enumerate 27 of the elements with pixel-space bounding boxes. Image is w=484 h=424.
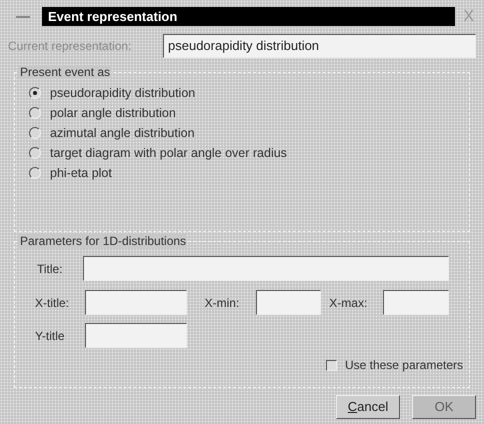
x-min-field[interactable] — [256, 290, 322, 315]
field-label: X-max: — [329, 294, 368, 312]
option-label[interactable]: target diagram with polar angle over radius — [50, 144, 287, 162]
radio-button[interactable] — [29, 147, 41, 159]
checkbox-label[interactable]: Use these parameters — [344, 356, 463, 374]
x-max-field[interactable] — [383, 290, 449, 315]
field-label: Y-title — [34, 328, 66, 344]
option-label[interactable]: pseudorapidity distribution — [50, 84, 196, 102]
radio-button[interactable] — [29, 127, 41, 139]
radio-button[interactable] — [29, 87, 41, 99]
title-field[interactable] — [83, 256, 449, 281]
field-label: Title: — [36, 260, 64, 278]
window-title: Event representation — [42, 7, 456, 26]
radio-button[interactable] — [29, 167, 41, 179]
group-title: Present event as — [19, 65, 112, 79]
field-label: Current representation: — [8, 38, 132, 55]
field-label: X-title: — [34, 294, 70, 312]
option-label[interactable]: azimutal angle distribution — [50, 124, 195, 142]
field-label: X-min: — [204, 294, 240, 312]
x-title-field[interactable] — [84, 290, 187, 315]
group-title: Parameters for 1D-distributions — [19, 234, 188, 248]
radio-button[interactable] — [29, 107, 41, 119]
cancel-button[interactable]: Cancel — [336, 395, 400, 419]
option-label[interactable]: phi-eta plot — [50, 164, 112, 182]
checkbox[interactable] — [326, 360, 337, 370]
option-label[interactable]: polar angle distribution — [50, 104, 176, 122]
y-title-field[interactable] — [85, 323, 187, 348]
